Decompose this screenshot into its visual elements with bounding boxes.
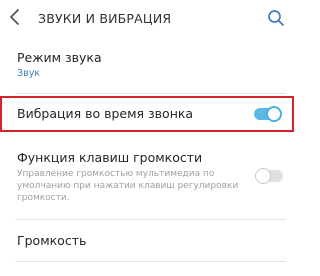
volume-label: Громкость xyxy=(17,233,87,248)
sound-mode-label: Режим звука xyxy=(17,50,102,65)
divider xyxy=(15,219,286,220)
search-button[interactable] xyxy=(264,6,288,30)
volume-keys-media-toggle[interactable] xyxy=(255,168,283,184)
page-title: ЗВУКИ И ВИБРАЦИЯ xyxy=(38,11,172,26)
volume-keys-media-label: Функция клавиш громкости xyxy=(17,150,203,165)
volume-item[interactable]: Громкость xyxy=(0,221,300,261)
sound-mode-item[interactable]: Режим звука Звук xyxy=(0,40,300,92)
divider xyxy=(15,93,286,94)
volume-keys-media-description: Управление громкостью мультимедиа по умо… xyxy=(17,169,239,203)
highlight-box xyxy=(0,96,294,132)
volume-keys-media-item[interactable]: Функция клавиш громкости Управление гром… xyxy=(0,136,300,220)
sound-mode-value: Звук xyxy=(17,68,41,79)
search-icon xyxy=(268,10,284,26)
toggle-knob xyxy=(255,168,271,184)
app-bar: ЗВУКИ И ВИБРАЦИЯ xyxy=(0,0,300,36)
chevron-left-icon xyxy=(10,9,19,25)
divider xyxy=(15,261,286,262)
sounds-vibration-screen: ЗВУКИ И ВИБРАЦИЯ Режим звука Звук Вибрац… xyxy=(0,0,300,276)
back-button[interactable] xyxy=(3,5,27,29)
